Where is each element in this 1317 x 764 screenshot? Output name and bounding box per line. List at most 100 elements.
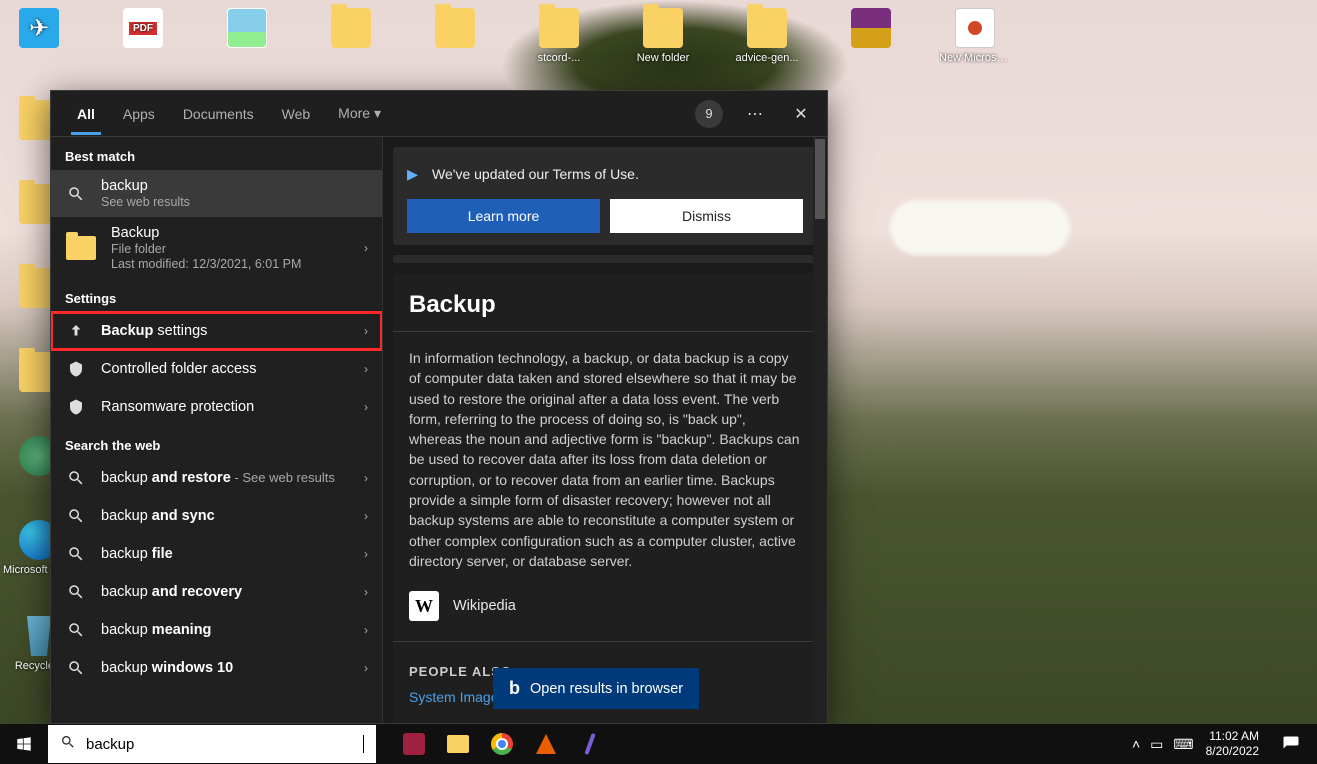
result-label: backup file — [101, 546, 358, 562]
search-icon — [65, 657, 87, 679]
result-label: Controlled folder access — [101, 361, 358, 377]
tab-more[interactable]: More ▾ — [324, 93, 395, 134]
taskbar-app-explorer[interactable] — [438, 724, 478, 764]
tab-documents[interactable]: Documents — [169, 94, 268, 134]
start-button[interactable] — [0, 724, 48, 764]
search-icon — [60, 734, 76, 755]
web-result-backup-and-recovery[interactable]: backup and recovery › — [51, 573, 382, 611]
tab-more-label: More — [338, 105, 370, 121]
icon-label: New folder — [627, 52, 699, 64]
result-ransomware-protection[interactable]: Ransomware protection › — [51, 388, 382, 426]
folder-icon — [331, 8, 371, 48]
folder-icon — [435, 8, 475, 48]
text-cursor — [363, 735, 364, 753]
result-label: backup meaning — [101, 622, 358, 638]
taskbar-app-feather[interactable] — [570, 724, 610, 764]
taskbar-clock[interactable]: 11:02 AM 8/20/2022 — [1206, 729, 1259, 759]
divider — [393, 331, 817, 332]
web-result-backup-and-sync[interactable]: backup and sync › — [51, 497, 382, 535]
chevron-right-icon: › — [364, 362, 368, 376]
tab-all[interactable]: All — [63, 94, 109, 134]
search-icon — [65, 467, 87, 489]
folder-icon — [65, 232, 97, 264]
desktop-icon-row: ✈ stcord-... New folder advice-gen... Ne… — [12, 8, 1002, 64]
web-result-backup-file[interactable]: backup file › — [51, 535, 382, 573]
desktop-icon-folder-2[interactable] — [428, 8, 482, 64]
desktop-icon-winrar[interactable] — [844, 8, 898, 64]
dismiss-button[interactable]: Dismiss — [610, 199, 803, 233]
desktop-icon-folder-4[interactable]: New folder — [636, 8, 690, 64]
open-in-browser-button[interactable]: b Open results in browser — [493, 668, 699, 709]
people-also-link[interactable]: System Image — [409, 689, 498, 705]
search-panel: All Apps Documents Web More ▾ 9 ⋯ ✕ Best… — [50, 90, 828, 724]
open-browser-label: Open results in browser — [530, 681, 683, 697]
definition-card: Backup In information technology, a back… — [393, 273, 817, 723]
result-controlled-folder-access[interactable]: Controlled folder access › — [51, 350, 382, 388]
tray-chevron-icon[interactable]: ˄ — [1132, 736, 1140, 752]
folder-icon — [643, 8, 683, 48]
search-icon — [65, 581, 87, 603]
taskbar-search-box[interactable] — [48, 725, 376, 763]
learn-more-button[interactable]: Learn more — [407, 199, 600, 233]
chevron-right-icon: › — [364, 623, 368, 637]
section-search-web: Search the web — [51, 426, 382, 459]
web-result-backup-meaning[interactable]: backup meaning › — [51, 611, 382, 649]
picture-icon — [227, 8, 267, 48]
tray-keyboard-icon[interactable]: ⌨ — [1173, 736, 1193, 753]
desktop-icon-telegram[interactable]: ✈ — [12, 8, 66, 64]
taskbar-apps — [394, 724, 610, 764]
action-center-button[interactable] — [1271, 724, 1311, 764]
section-best-match: Best match — [51, 137, 382, 170]
collapsed-card — [393, 255, 817, 263]
best-match-title: backup — [101, 178, 368, 194]
taskbar-app-chrome[interactable] — [482, 724, 522, 764]
tab-apps[interactable]: Apps — [109, 94, 169, 134]
desktop-icon-picture[interactable] — [220, 8, 274, 64]
more-options-icon[interactable]: ⋯ — [741, 104, 769, 124]
result-label: backup windows 10 — [101, 660, 358, 676]
wikipedia-source[interactable]: W Wikipedia — [409, 591, 801, 621]
close-icon[interactable]: ✕ — [787, 104, 815, 124]
desktop-icon-ppt[interactable]: New Microsoft... — [948, 8, 1002, 64]
desktop-icon-folder-1[interactable] — [324, 8, 378, 64]
search-icon — [65, 505, 87, 527]
feather-icon — [584, 733, 595, 755]
results-list: Best match backup See web results Backup… — [51, 137, 383, 723]
result-label: Ransomware protection — [101, 399, 358, 415]
web-result-backup-and-restore[interactable]: backup and restore - See web results › — [51, 459, 382, 497]
taskbar-app-snip[interactable] — [394, 724, 434, 764]
chrome-icon — [491, 733, 513, 755]
result-label: backup and sync — [101, 508, 358, 524]
chevron-right-icon: › — [364, 400, 368, 414]
tab-web[interactable]: Web — [268, 94, 325, 134]
best-match-item[interactable]: backup See web results — [51, 170, 382, 217]
chevron-right-icon: › — [364, 471, 368, 485]
search-input[interactable] — [86, 736, 365, 753]
vlc-icon — [536, 734, 556, 754]
result-folder-backup[interactable]: Backup File folder Last modified: 12/3/2… — [51, 217, 382, 279]
definition-title: Backup — [409, 291, 801, 319]
backup-arrow-icon — [65, 320, 87, 342]
desktop-icon-folder-3[interactable]: stcord-... — [532, 8, 586, 64]
chevron-right-icon: › — [364, 324, 368, 338]
result-backup-settings[interactable]: Backup settings › — [51, 312, 382, 350]
chevron-right-icon: › — [364, 509, 368, 523]
preview-panel: ▸ We've updated our Terms of Use. Learn … — [383, 137, 827, 723]
web-result-backup-windows-10[interactable]: backup windows 10 › — [51, 649, 382, 687]
scrollbar[interactable] — [813, 137, 827, 723]
pdf-icon — [123, 8, 163, 48]
shield-icon — [65, 358, 87, 380]
taskbar-app-vlc[interactable] — [526, 724, 566, 764]
bing-icon: b — [509, 678, 520, 699]
section-settings: Settings — [51, 279, 382, 312]
tray-battery-icon[interactable]: ▭ — [1150, 736, 1163, 753]
winrar-icon — [851, 8, 891, 48]
desktop-icon-folder-5[interactable]: advice-gen... — [740, 8, 794, 64]
bing-icon: ▸ — [407, 161, 418, 187]
rewards-badge[interactable]: 9 — [695, 100, 723, 128]
telegram-icon: ✈ — [19, 8, 59, 48]
desktop-icon-pdf[interactable] — [116, 8, 170, 64]
powerpoint-icon — [955, 8, 995, 48]
best-match-subtitle: See web results — [101, 195, 368, 209]
icon-label: stcord-... — [523, 52, 595, 64]
